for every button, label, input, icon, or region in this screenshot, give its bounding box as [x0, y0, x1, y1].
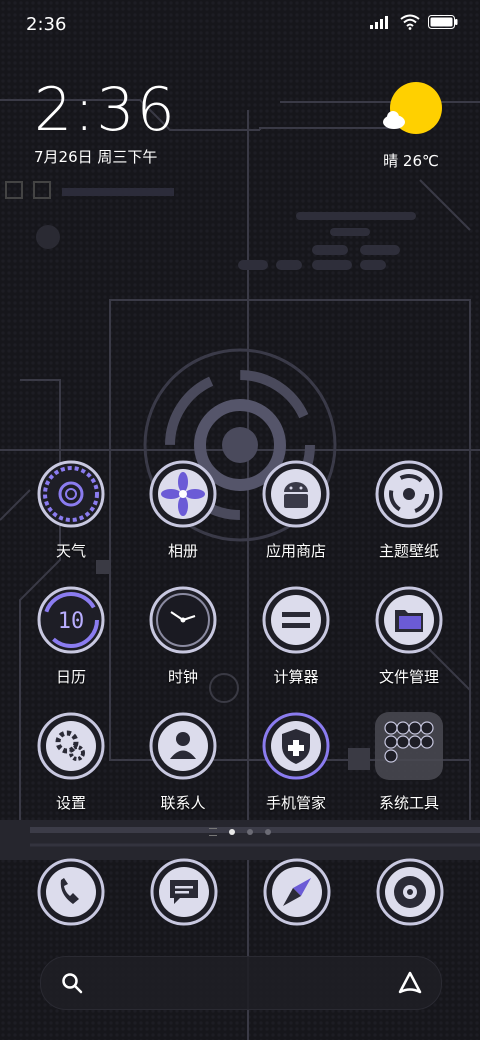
weather-icon [37, 460, 105, 528]
page-indicator-list-icon[interactable] [209, 828, 217, 836]
themes-icon [375, 460, 443, 528]
app-system-tools-folder[interactable]: 系统工具 [354, 712, 464, 813]
app-label: 时钟 [167, 668, 198, 686]
calendar-icon: 10 [37, 586, 105, 654]
app-label: 日历 [55, 668, 86, 686]
app-contacts[interactable]: 联系人 [128, 712, 238, 813]
app-store[interactable]: 应用商店 [241, 460, 351, 561]
assistant-icon[interactable] [397, 970, 423, 996]
app-settings[interactable]: 设置 [16, 712, 126, 813]
app-label: 应用商店 [265, 542, 326, 560]
app-weather[interactable]: 天气 [16, 460, 126, 561]
clock-icon [149, 586, 217, 654]
app-calendar[interactable]: 10 日历 [16, 586, 126, 687]
app-calculator[interactable]: 计算器 [241, 586, 351, 687]
status-time: 2:36 [26, 14, 67, 35]
app-file-manager[interactable]: 文件管理 [354, 586, 464, 687]
app-label: 文件管理 [378, 668, 439, 686]
app-themes[interactable]: 主题壁纸 [354, 460, 464, 561]
app-gallery[interactable]: 相册 [128, 460, 238, 561]
file-manager-icon [375, 586, 443, 654]
messages-icon[interactable] [150, 858, 218, 926]
weather-text: 晴 26℃ [383, 152, 439, 170]
camera-icon[interactable] [376, 858, 444, 926]
app-label: 设置 [55, 794, 86, 812]
sunny-cloud-icon [383, 82, 442, 134]
app-label: 相册 [167, 542, 198, 560]
app-label: 主题壁纸 [378, 542, 439, 560]
app-store-icon [262, 460, 330, 528]
page-indicator[interactable] [0, 828, 480, 836]
calculator-icon [262, 586, 330, 654]
page-dot[interactable] [265, 829, 271, 835]
calendar-digit: 10 [58, 609, 85, 634]
battery-icon [428, 15, 458, 29]
app-label: 天气 [55, 542, 86, 560]
app-label: 联系人 [160, 794, 206, 812]
search-bar[interactable] [40, 956, 442, 1010]
clock-widget[interactable]: 2:36 7月26日 周三下午 [34, 76, 177, 167]
wifi-icon [400, 14, 420, 30]
phone-icon[interactable] [37, 858, 105, 926]
system-tools-folder-icon [375, 712, 443, 780]
app-label: 计算器 [273, 668, 319, 686]
app-clock[interactable]: 时钟 [128, 586, 238, 687]
security-icon [262, 712, 330, 780]
settings-icon [37, 712, 105, 780]
app-label: 手机管家 [265, 794, 326, 812]
clock-time: 2:36 [34, 75, 177, 145]
browser-compass-icon[interactable] [263, 858, 331, 926]
app-security[interactable]: 手机管家 [241, 712, 351, 813]
contacts-icon [149, 712, 217, 780]
status-bar: 2:36 [0, 0, 480, 50]
page-dot-active[interactable] [229, 829, 235, 835]
page-dot[interactable] [247, 829, 253, 835]
cellular-signal-icon [370, 16, 388, 29]
clock-date: 7月26日 周三下午 [34, 148, 158, 166]
weather-widget[interactable]: 晴 26℃ [376, 80, 446, 171]
app-label: 系统工具 [378, 794, 439, 812]
gallery-icon [149, 460, 217, 528]
search-icon [62, 973, 83, 994]
